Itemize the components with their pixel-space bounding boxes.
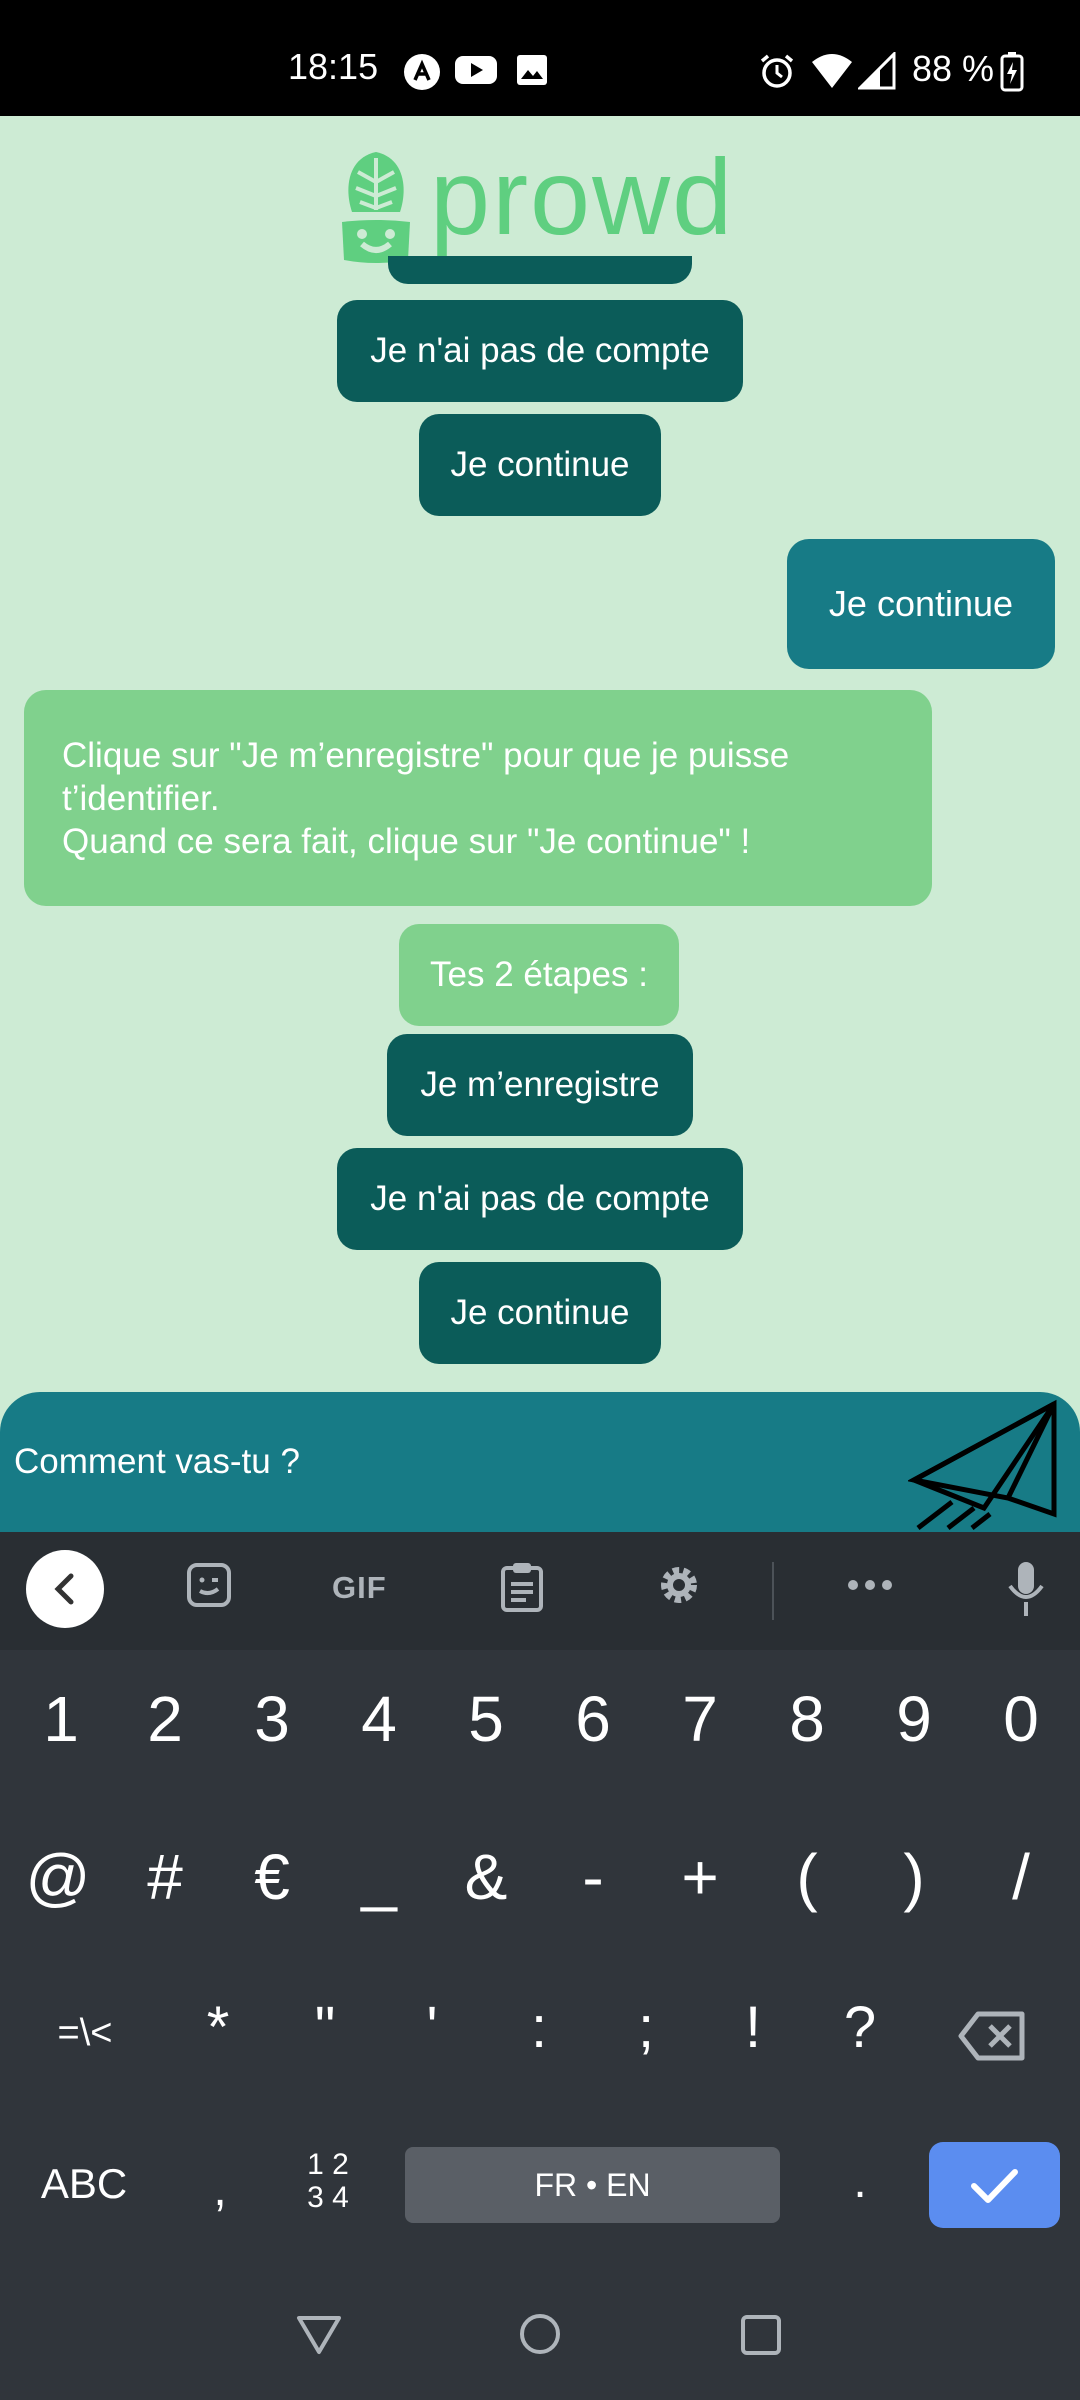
key-exclamation[interactable]: ! bbox=[703, 1994, 803, 2061]
key-period[interactable]: . bbox=[810, 2154, 910, 2209]
alarm-icon bbox=[760, 54, 794, 88]
key-4[interactable]: 4 bbox=[329, 1682, 429, 1756]
continue-button[interactable]: Je continue bbox=[419, 1262, 661, 1364]
numpad-top: 1 2 bbox=[307, 2148, 349, 2181]
bot-message-bubble: Clique sur "Je m’enregistre" pour que je… bbox=[24, 690, 932, 906]
key-euro[interactable]: € bbox=[222, 1840, 322, 1914]
prowd-logo: prowd bbox=[338, 136, 738, 268]
clipboard-icon[interactable] bbox=[498, 1560, 546, 1614]
settings-gear-icon[interactable] bbox=[654, 1560, 704, 1610]
numpad-bottom: 3 4 bbox=[307, 2181, 349, 2214]
steps-label: Tes 2 étapes : bbox=[399, 924, 679, 1026]
key-colon[interactable]: : bbox=[489, 1994, 589, 2061]
battery-charging-icon bbox=[1000, 52, 1024, 92]
bot-message-line-3: Quand ce sera fait, clique sur "Je conti… bbox=[62, 822, 751, 861]
keyboard-back-button[interactable] bbox=[26, 1550, 104, 1628]
key-abc[interactable]: ABC bbox=[24, 2160, 144, 2208]
key-1[interactable]: 1 bbox=[11, 1682, 111, 1756]
hidden-option-button[interactable] bbox=[388, 256, 692, 284]
bot-message-line-1: Clique sur "Je m’enregistre" pour que je… bbox=[62, 736, 790, 775]
signal-icon bbox=[858, 52, 896, 90]
bot-message-text: Clique sur "Je m’enregistre" pour que je… bbox=[62, 734, 789, 863]
key-comma[interactable]: , bbox=[170, 2162, 270, 2217]
key-7[interactable]: 7 bbox=[650, 1682, 750, 1756]
key-hash[interactable]: # bbox=[115, 1840, 215, 1914]
key-0[interactable]: 0 bbox=[971, 1682, 1071, 1756]
key-2[interactable]: 2 bbox=[115, 1682, 215, 1756]
key-close-paren[interactable]: ) bbox=[864, 1840, 964, 1914]
key-3[interactable]: 3 bbox=[222, 1682, 322, 1756]
send-paper-plane-icon[interactable] bbox=[908, 1398, 1058, 1532]
no-account-button-top[interactable]: Je n'ai pas de compte bbox=[337, 300, 743, 402]
enter-key[interactable] bbox=[929, 2142, 1060, 2228]
key-ampersand[interactable]: & bbox=[436, 1840, 536, 1914]
microphone-icon[interactable] bbox=[1006, 1560, 1046, 1618]
key-asterisk[interactable]: * bbox=[168, 1994, 268, 2061]
navigation-bar bbox=[0, 2272, 1080, 2400]
key-semicolon[interactable]: ; bbox=[596, 1994, 696, 2061]
key-underscore[interactable]: _ bbox=[329, 1840, 429, 1914]
continue-button-top[interactable]: Je continue bbox=[419, 414, 661, 516]
key-more-symbols[interactable]: =\< bbox=[30, 2012, 140, 2055]
chat-area[interactable]: prowd Je n'ai pas de compte Je continue … bbox=[0, 116, 1080, 1392]
register-button[interactable]: Je m’enregistre bbox=[387, 1034, 693, 1136]
key-double-quote[interactable]: " bbox=[275, 1994, 375, 2061]
toolbar-divider bbox=[772, 1562, 774, 1620]
nav-home-icon[interactable] bbox=[518, 2312, 562, 2356]
key-5[interactable]: 5 bbox=[436, 1682, 536, 1756]
status-time: 18:15 bbox=[288, 46, 379, 87]
checkmark-icon bbox=[971, 2169, 1018, 2203]
key-open-paren[interactable]: ( bbox=[757, 1840, 857, 1914]
chevron-left-icon bbox=[54, 1573, 74, 1605]
key-apostrophe[interactable]: ' bbox=[382, 1994, 482, 2061]
status-bar: 18:15 88 % bbox=[0, 0, 1080, 116]
gif-button[interactable]: GIF bbox=[332, 1570, 387, 1606]
battery-percent: 88 % bbox=[912, 48, 995, 89]
wifi-icon bbox=[812, 54, 852, 88]
message-input[interactable]: Comment vas-tu ? bbox=[14, 1442, 300, 1482]
nav-back-icon[interactable] bbox=[295, 2312, 343, 2356]
user-message-bubble: Je continue bbox=[787, 539, 1055, 669]
key-8[interactable]: 8 bbox=[757, 1682, 857, 1756]
image-icon bbox=[517, 55, 547, 85]
keyboard-toolbar: GIF bbox=[0, 1532, 1080, 1650]
key-plus[interactable]: + bbox=[650, 1840, 750, 1914]
nav-recents-icon[interactable] bbox=[740, 2314, 782, 2356]
leaf-face-icon bbox=[342, 152, 410, 263]
no-account-button[interactable]: Je n'ai pas de compte bbox=[337, 1148, 743, 1250]
key-numpad[interactable]: 1 2 3 4 bbox=[278, 2148, 378, 2214]
key-at[interactable]: @ bbox=[8, 1840, 108, 1914]
message-input-bar: Comment vas-tu ? bbox=[0, 1392, 1080, 1532]
more-icon[interactable] bbox=[846, 1578, 894, 1592]
key-minus[interactable]: - bbox=[543, 1840, 643, 1914]
key-question[interactable]: ? bbox=[810, 1994, 910, 2061]
sticker-icon[interactable] bbox=[185, 1560, 233, 1610]
key-6[interactable]: 6 bbox=[543, 1682, 643, 1756]
logo-text: prowd bbox=[430, 136, 735, 257]
bot-message-line-2: t’identifier. bbox=[62, 779, 220, 818]
youtube-icon bbox=[455, 56, 497, 84]
space-key[interactable]: FR • EN bbox=[405, 2147, 780, 2223]
app-notification-icon bbox=[404, 54, 440, 90]
key-9[interactable]: 9 bbox=[864, 1682, 964, 1756]
keyboard: GIF 1 2 3 4 5 6 7 8 9 0 @ # € _ & - + ( … bbox=[0, 1532, 1080, 2400]
key-slash[interactable]: / bbox=[971, 1840, 1071, 1914]
backspace-icon[interactable] bbox=[958, 2010, 1028, 2062]
